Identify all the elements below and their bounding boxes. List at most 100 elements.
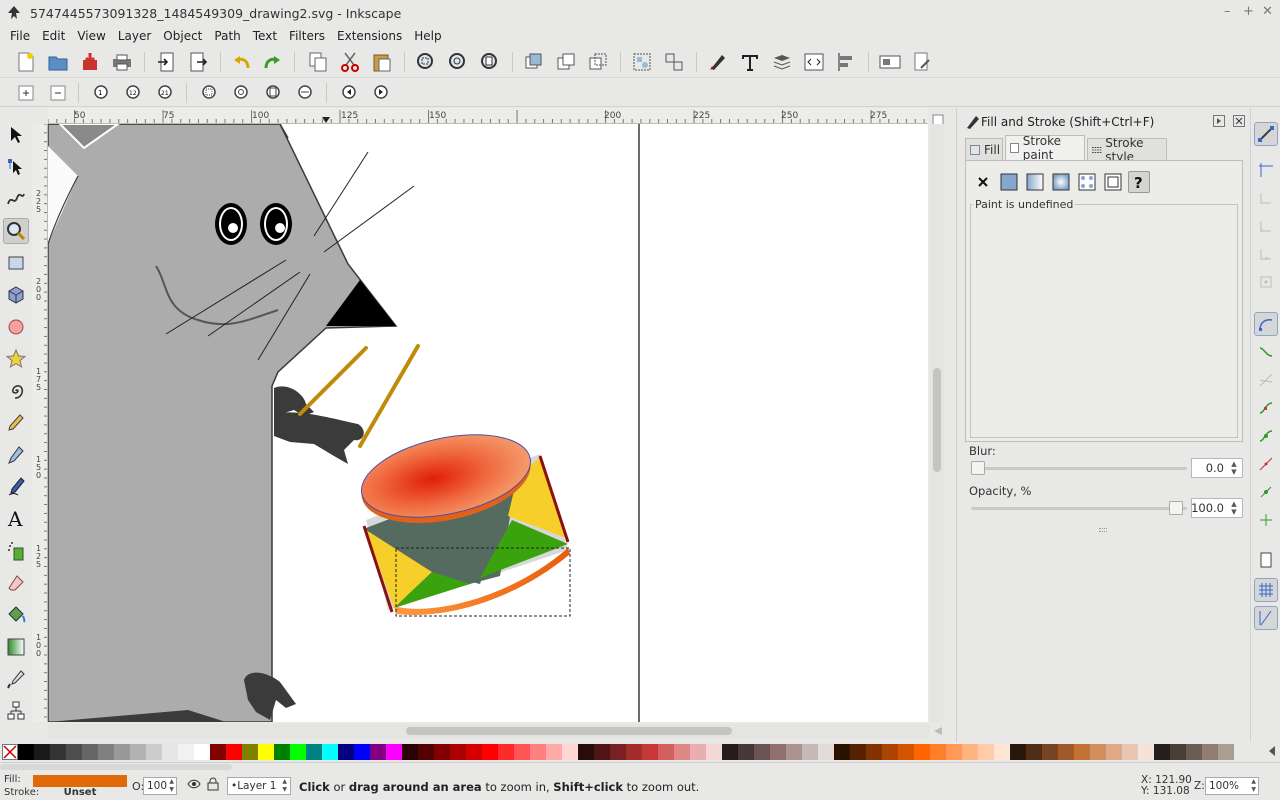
- palette-swatch[interactable]: [1106, 744, 1122, 760]
- radial-gradient-button[interactable]: [1050, 171, 1072, 193]
- tab-fill[interactable]: Fill: [965, 138, 1003, 160]
- palette-swatch[interactable]: [722, 744, 738, 760]
- snap-bbox-centers-button[interactable]: [1254, 270, 1278, 294]
- blur-spin-arrows[interactable]: ▲ ▼: [1228, 460, 1240, 476]
- text-dialog-button[interactable]: [738, 50, 762, 74]
- palette-swatch[interactable]: [450, 744, 466, 760]
- blur-input[interactable]: 0.0 ▲ ▼: [1191, 458, 1243, 478]
- palette-swatch[interactable]: [578, 744, 594, 760]
- menu-view[interactable]: View: [71, 29, 111, 43]
- palette-swatch[interactable]: [514, 744, 530, 760]
- zoom-2-1-button[interactable]: 21: [154, 81, 178, 105]
- tab-stroke-paint[interactable]: Stroke paint: [1005, 134, 1085, 162]
- export-button[interactable]: [186, 50, 210, 74]
- palette-swatch[interactable]: [1090, 744, 1106, 760]
- palette-swatch[interactable]: [562, 744, 578, 760]
- opacity-input[interactable]: 100.0 ▲ ▼: [1191, 498, 1243, 518]
- menu-help[interactable]: Help: [408, 29, 447, 43]
- palette-swatch[interactable]: [738, 744, 754, 760]
- zoom-spin-arrows[interactable]: ▲ ▼: [1251, 778, 1256, 794]
- zoom-to-page-button[interactable]: [262, 81, 286, 105]
- palette-swatch[interactable]: [178, 744, 194, 760]
- palette-swatch[interactable]: [978, 744, 994, 760]
- palette-swatch[interactable]: [834, 744, 850, 760]
- zoom-drawing-button[interactable]: [446, 50, 470, 74]
- opacity-slider-knob[interactable]: [1169, 501, 1183, 515]
- zoom-selection-button[interactable]: [414, 50, 438, 74]
- palette-swatch[interactable]: [370, 744, 386, 760]
- palette-swatch[interactable]: [242, 744, 258, 760]
- palette-swatch[interactable]: [994, 744, 1010, 760]
- zoom-1-2-button[interactable]: 12: [122, 81, 146, 105]
- spray-tool[interactable]: [3, 538, 29, 564]
- document-properties-button[interactable]: [878, 50, 902, 74]
- menu-text[interactable]: Text: [247, 29, 283, 43]
- palette-swatch[interactable]: [1202, 744, 1218, 760]
- snap-bbox-button[interactable]: [1254, 158, 1278, 182]
- tab-stroke-style[interactable]: Stroke style: [1087, 136, 1167, 164]
- palette-swatch[interactable]: [946, 744, 962, 760]
- spiral-tool[interactable]: [3, 378, 29, 404]
- palette-scrollbar[interactable]: [0, 762, 1280, 770]
- cut-button[interactable]: [338, 50, 362, 74]
- copy-button[interactable]: [306, 50, 330, 74]
- star-tool[interactable]: [3, 346, 29, 372]
- ellipse-tool[interactable]: [3, 314, 29, 340]
- rectangle-tool[interactable]: [3, 250, 29, 276]
- gradient-tool[interactable]: [3, 634, 29, 660]
- blur-slider[interactable]: [971, 467, 1187, 470]
- palette-swatch[interactable]: [1122, 744, 1138, 760]
- snap-smooth-nodes-button[interactable]: [1254, 424, 1278, 448]
- opacity-slider[interactable]: [971, 507, 1187, 510]
- palette-swatch[interactable]: [898, 744, 914, 760]
- snap-page-border-button[interactable]: [1254, 548, 1278, 572]
- palette-swatch[interactable]: [466, 744, 482, 760]
- menu-filters[interactable]: Filters: [283, 29, 331, 43]
- unset-paint-button[interactable]: ?: [1128, 171, 1150, 193]
- palette-swatch[interactable]: [626, 744, 642, 760]
- status-fill-swatch[interactable]: [33, 775, 127, 787]
- vertical-scroll-thumb[interactable]: [933, 368, 941, 472]
- palette-swatch[interactable]: [482, 744, 498, 760]
- clone-button[interactable]: [554, 50, 578, 74]
- palette-swatch[interactable]: [1186, 744, 1202, 760]
- menu-layer[interactable]: Layer: [112, 29, 157, 43]
- snap-bbox-corners-button[interactable]: [1254, 214, 1278, 238]
- palette-swatch[interactable]: [402, 744, 418, 760]
- palette-swatch[interactable]: [914, 744, 930, 760]
- import-button[interactable]: [154, 50, 178, 74]
- connector-tool[interactable]: [3, 698, 29, 724]
- palette-swatch[interactable]: [642, 744, 658, 760]
- palette-swatch[interactable]: [82, 744, 98, 760]
- dropper-tool[interactable]: [3, 666, 29, 692]
- zoom-to-selection-button[interactable]: [198, 81, 222, 105]
- snap-line-midpoints-button[interactable]: [1254, 452, 1278, 476]
- calligraphy-tool[interactable]: [3, 474, 29, 500]
- palette-swatch[interactable]: [658, 744, 674, 760]
- no-color-swatch[interactable]: [2, 744, 18, 760]
- text-tool[interactable]: A: [3, 506, 29, 532]
- status-opacity-spin[interactable]: ▲ ▼: [169, 778, 174, 794]
- palette-swatch[interactable]: [338, 744, 354, 760]
- minimize-button[interactable]: –: [1224, 4, 1231, 19]
- blur-slider-knob[interactable]: [971, 461, 985, 475]
- palette-swatch[interactable]: [130, 744, 146, 760]
- flat-color-button[interactable]: [998, 171, 1020, 193]
- palette-swatch[interactable]: [882, 744, 898, 760]
- zoom-tool[interactable]: [3, 218, 29, 244]
- palette-swatch[interactable]: [386, 744, 402, 760]
- zoom-to-drawing-button[interactable]: [230, 81, 254, 105]
- ungroup-button[interactable]: [662, 50, 686, 74]
- toggle-lock-button[interactable]: [207, 777, 219, 794]
- drawing-canvas[interactable]: [48, 124, 928, 722]
- palette-swatch[interactable]: [34, 744, 50, 760]
- palette-swatch[interactable]: [1010, 744, 1026, 760]
- horizontal-scroll-thumb[interactable]: [406, 727, 732, 735]
- menu-object[interactable]: Object: [157, 29, 208, 43]
- palette-swatch[interactable]: [1042, 744, 1058, 760]
- group-button[interactable]: [630, 50, 654, 74]
- menu-edit[interactable]: Edit: [36, 29, 71, 43]
- palette-swatch[interactable]: [434, 744, 450, 760]
- palette-swatch[interactable]: [194, 744, 210, 760]
- layers-dialog-button[interactable]: [770, 50, 794, 74]
